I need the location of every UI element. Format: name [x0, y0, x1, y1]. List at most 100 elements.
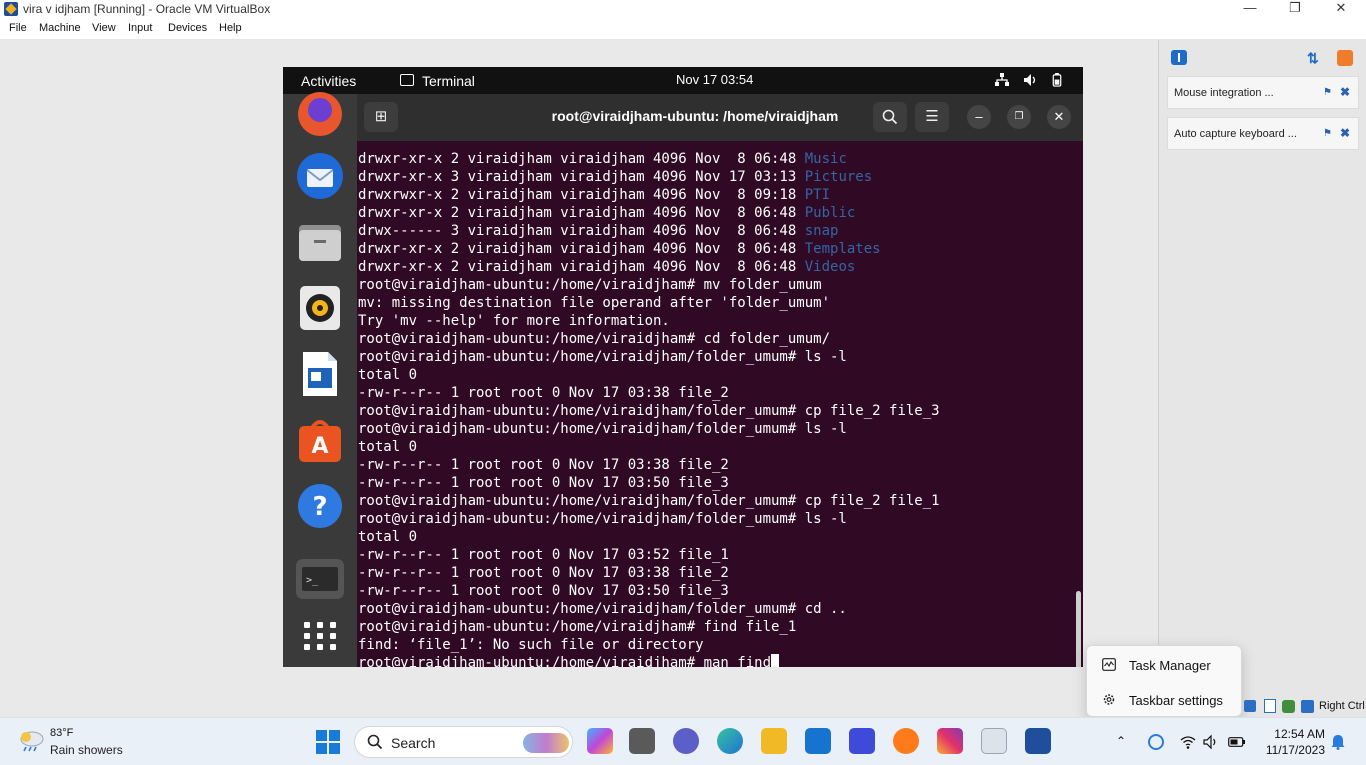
terminal-line-text: root@viraidjham-ubuntu:/home/viraidjham/… — [358, 403, 940, 419]
vbox-status-strip: Right Ctrl — [1244, 697, 1366, 715]
taskbar-search[interactable]: Search — [354, 726, 573, 758]
notification-icon[interactable] — [1171, 50, 1187, 65]
maximize-button[interactable]: ❐ — [1007, 105, 1031, 129]
menu-machine[interactable]: Machine — [39, 22, 81, 34]
terminal-line: root@viraidjham-ubuntu:/home/viraidjham/… — [358, 492, 1083, 510]
menu-item-label: Task Manager — [1129, 658, 1211, 673]
svg-text:?: ? — [312, 492, 327, 522]
task-manager-icon — [1102, 658, 1116, 671]
terminal-line-text: drwx------ 3 viraidjham viraidjham 4096 … — [358, 223, 805, 239]
terminal-line-text: Try 'mv --help' for more information. — [358, 313, 670, 329]
directory-name: Videos — [804, 259, 856, 275]
onedrive-sync-icon[interactable] — [1148, 734, 1164, 750]
task-view-icon[interactable] — [629, 728, 655, 754]
weather-rain-icon[interactable] — [17, 728, 45, 752]
menu-view[interactable]: View — [92, 22, 116, 34]
close-notification-icon[interactable]: ✖ — [1340, 85, 1350, 99]
hamburger-menu-button[interactable]: ☰ — [915, 102, 949, 132]
terminal-line-text: root@viraidjham-ubuntu:/home/viraidjham/… — [358, 421, 847, 437]
notification-bell-icon[interactable] — [1331, 734, 1345, 750]
terminal-line-text: root@viraidjham-ubuntu:/home/viraidjham/… — [358, 493, 940, 509]
terminal-line-text: root@viraidjham-ubuntu:/home/viraidjham#… — [358, 655, 772, 667]
edge-icon[interactable] — [717, 728, 743, 754]
firefox-icon[interactable] — [296, 90, 344, 138]
menu-file[interactable]: File — [9, 22, 27, 34]
help-icon[interactable]: ? — [296, 482, 344, 530]
notification-auto-capture[interactable]: Auto capture keyboard ... ⚑ ✖ — [1167, 117, 1359, 150]
notification-mouse-integration[interactable]: Mouse integration ... ⚑ ✖ — [1167, 76, 1359, 109]
files-icon[interactable] — [296, 218, 344, 266]
terminal-line: -rw-r--r-- 1 root root 0 Nov 17 03:50 fi… — [358, 582, 1083, 600]
terminal-line-text: -rw-r--r-- 1 root root 0 Nov 17 03:38 fi… — [358, 565, 729, 581]
firefox-taskbar-icon[interactable] — [893, 728, 919, 754]
terminal-line-text: drwxr-xr-x 3 viraidjham viraidjham 4096 … — [358, 169, 805, 185]
battery-icon[interactable] — [1052, 73, 1062, 87]
taskbar-time[interactable]: 12:54 AM — [1261, 727, 1325, 741]
virtualbox-icon — [4, 2, 18, 16]
usb-icon[interactable] — [1244, 700, 1256, 712]
display-icon[interactable] — [1282, 700, 1295, 713]
battery-icon[interactable] — [1228, 734, 1246, 750]
weather-description[interactable]: Rain showers — [50, 743, 123, 757]
topbar-clock[interactable]: Nov 17 03:54 — [676, 72, 753, 87]
clear-all-icon[interactable] — [1337, 50, 1353, 66]
terminal-dock-icon[interactable]: >_ — [296, 557, 344, 601]
copilot-icon[interactable] — [587, 728, 613, 754]
virtualbox-vm-icon[interactable] — [1025, 728, 1051, 754]
terminal-line: root@viraidjham-ubuntu:/home/viraidjham#… — [358, 618, 1083, 636]
terminal-line-text: root@viraidjham-ubuntu:/home/viraidjham#… — [358, 331, 831, 347]
file-explorer-icon[interactable] — [761, 728, 787, 754]
volume-icon[interactable] — [1023, 73, 1039, 87]
search-label: Search — [391, 735, 436, 751]
virtualbox-manager-icon[interactable] — [981, 728, 1007, 754]
close-window-button[interactable]: ✕ — [1318, 0, 1364, 18]
notification-label: Mouse integration ... — [1174, 87, 1274, 99]
menu-input[interactable]: Input — [128, 22, 152, 34]
restore-button[interactable]: ❐ — [1272, 0, 1318, 18]
shared-folder-icon[interactable] — [1264, 699, 1276, 713]
ubuntu-software-icon[interactable]: A — [296, 416, 344, 464]
terminal-line-text: -rw-r--r-- 1 root root 0 Nov 17 03:50 fi… — [358, 475, 729, 491]
app-menu-label[interactable]: Terminal — [422, 73, 475, 89]
close-notification-icon[interactable]: ✖ — [1340, 126, 1350, 140]
wifi-icon[interactable] — [1180, 734, 1196, 750]
gnome-topbar: Activities Terminal Nov 17 03:54 — [283, 67, 1083, 94]
new-tab-button[interactable]: ⊞ — [364, 102, 398, 132]
guest-screen[interactable]: Activities Terminal Nov 17 03:54 A ? >_ … — [283, 67, 1083, 667]
store-icon[interactable] — [849, 728, 875, 754]
activities-button[interactable]: Activities — [301, 73, 356, 89]
mail-icon[interactable] — [805, 728, 831, 754]
terminal-window[interactable]: ⊞ root@viraidjham-ubuntu: /home/viraidjh… — [357, 94, 1083, 667]
network-icon[interactable] — [995, 73, 1009, 87]
terminal-output[interactable]: drwxr-xr-x 2 viraidjham viraidjham 4096 … — [357, 141, 1083, 667]
teams-chat-icon[interactable] — [673, 728, 699, 754]
host-key-icon[interactable] — [1301, 700, 1314, 713]
minimize-button[interactable]: — — [1227, 0, 1273, 18]
taskbar-date[interactable]: 11/17/2023 — [1261, 743, 1325, 757]
libreoffice-writer-icon[interactable] — [296, 350, 344, 398]
task-manager-item[interactable]: Task Manager — [1087, 647, 1243, 682]
search-button[interactable] — [873, 102, 907, 132]
sort-icon[interactable]: ⇅ — [1307, 50, 1323, 66]
show-hidden-icons[interactable]: ⌃ — [1116, 734, 1126, 750]
minimize-button[interactable]: – — [967, 105, 991, 129]
terminal-line: root@viraidjham-ubuntu:/home/viraidjham#… — [358, 654, 1083, 667]
thunderbird-icon[interactable] — [296, 152, 344, 200]
info-icon[interactable]: ⚑ — [1323, 128, 1332, 139]
menu-help[interactable]: Help — [219, 22, 242, 34]
instagram-icon[interactable] — [937, 728, 963, 754]
show-apps-icon[interactable] — [296, 616, 344, 656]
close-button[interactable]: ✕ — [1047, 105, 1071, 129]
start-button[interactable] — [316, 730, 340, 754]
terminal-line-text: root@viraidjham-ubuntu:/home/viraidjham#… — [358, 277, 822, 293]
info-icon[interactable]: ⚑ — [1323, 87, 1332, 98]
terminal-line: find: ‘file_1’: No such file or director… — [358, 636, 1083, 654]
terminal-scrollbar[interactable] — [1076, 591, 1081, 667]
terminal-line-text: -rw-r--r-- 1 root root 0 Nov 17 03:38 fi… — [358, 385, 729, 401]
terminal-line-text: drwxr-xr-x 2 viraidjham viraidjham 4096 … — [358, 151, 805, 167]
speaker-icon[interactable] — [1203, 734, 1219, 750]
menu-devices[interactable]: Devices — [168, 22, 207, 34]
taskbar-settings-item[interactable]: Taskbar settings — [1087, 682, 1243, 717]
weather-temperature[interactable]: 83°F — [50, 727, 73, 739]
rhythmbox-icon[interactable] — [296, 284, 344, 332]
